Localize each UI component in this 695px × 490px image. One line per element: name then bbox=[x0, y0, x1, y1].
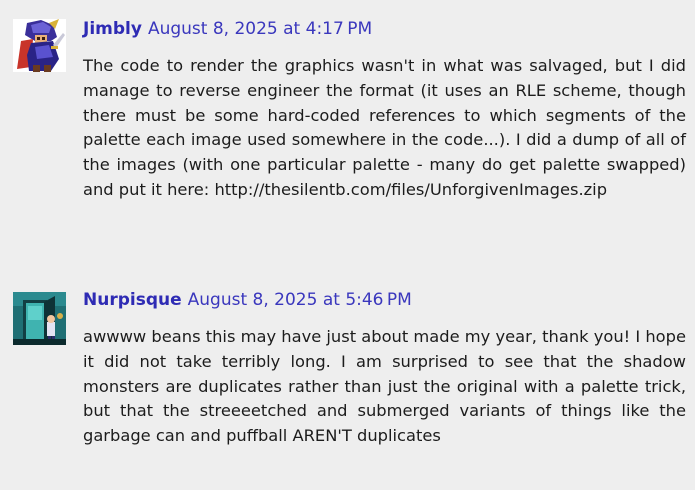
comment-meta: Jimbly August 8, 2025 at 4:17 PM bbox=[83, 18, 372, 40]
comment-date-link[interactable]: August 8, 2025 at 5:46 PM bbox=[188, 290, 412, 310]
author-name[interactable]: Jimbly bbox=[83, 19, 142, 39]
comment-meta: Nurpisque August 8, 2025 at 5:46 PM bbox=[83, 289, 412, 311]
comment-nurpisque: Nurpisque August 8, 2025 at 5:46 PM awwww… bbox=[0, 270, 695, 485]
comment-body: The code to render the graphics wasn't i… bbox=[83, 56, 686, 199]
comment-jimbly: Jimbly August 8, 2025 at 4:17 PM The code… bbox=[0, 0, 695, 240]
teal-door-scene-avatar-icon[interactable] bbox=[13, 292, 66, 345]
comment-body: awwww beans this may have just about mad… bbox=[83, 327, 686, 446]
author-name[interactable]: Nurpisque bbox=[83, 290, 182, 310]
knight-sprite-avatar-icon[interactable] bbox=[13, 19, 66, 72]
comment-date-link[interactable]: August 8, 2025 at 4:17 PM bbox=[148, 19, 372, 39]
